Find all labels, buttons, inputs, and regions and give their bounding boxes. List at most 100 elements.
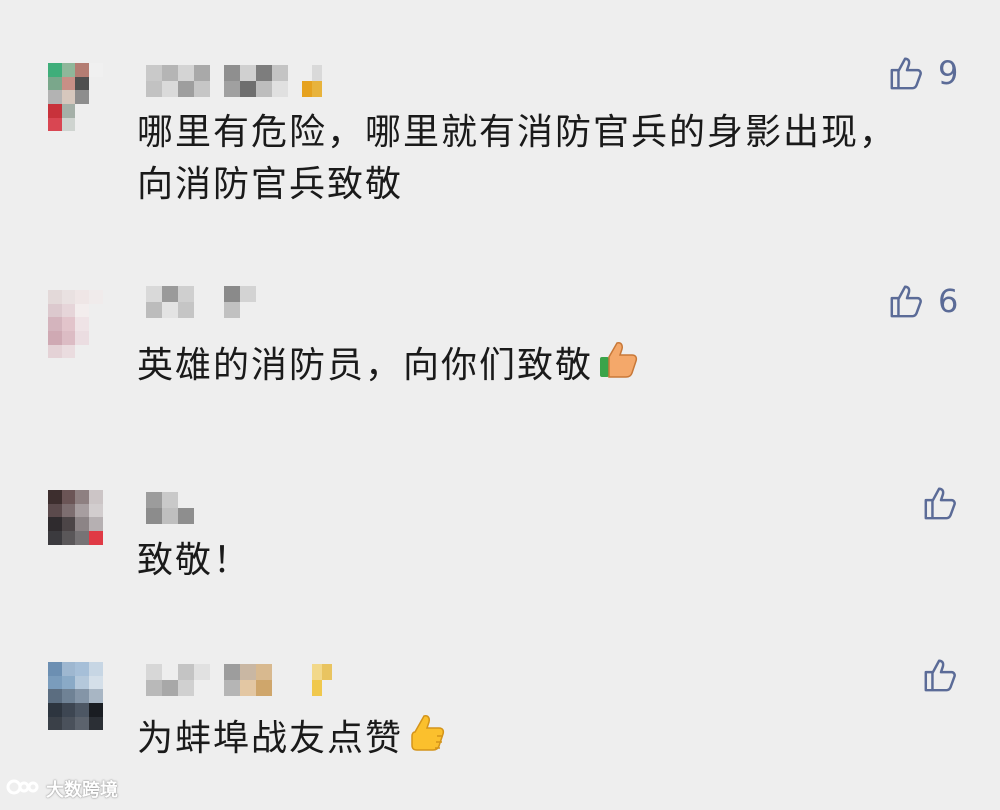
avatar[interactable] (48, 490, 130, 572)
nickname-pixel (272, 65, 288, 81)
avatar-pixel (116, 531, 130, 545)
comment-text: 致敬！ (137, 540, 252, 581)
avatar-pixel (48, 90, 62, 104)
avatar-pixel (89, 544, 103, 559)
avatar-pixel (102, 517, 117, 531)
nickname-pixel (256, 302, 272, 318)
nickname-pixel (162, 65, 178, 81)
avatar-pixel (116, 503, 130, 518)
avatar-pixel (89, 317, 103, 331)
avatar-pixel (75, 63, 89, 77)
nickname-pixel (302, 65, 312, 81)
avatar-pixel (61, 716, 76, 731)
comment-text: 哪里有危险，哪里就有消防官兵的身影出现， (137, 112, 898, 153)
nickname-pixel (194, 508, 210, 524)
nickname-pixel (224, 680, 240, 696)
avatar-pixel (75, 730, 89, 744)
nickname-pixel (194, 81, 210, 97)
nickname-pixel (224, 286, 240, 302)
nickname-pixel (256, 680, 272, 696)
like-count: 6 (938, 282, 959, 320)
avatar-pixel (89, 303, 103, 318)
nickname-pixel (194, 492, 210, 508)
avatar-pixel (102, 344, 117, 359)
avatar-pixel (61, 344, 76, 359)
avatar[interactable] (48, 662, 130, 744)
avatar-pixel (61, 131, 76, 145)
avatar[interactable] (48, 290, 130, 372)
avatar-pixel (102, 303, 117, 318)
avatar-pixel (89, 689, 103, 703)
avatar-pixel (48, 675, 62, 690)
nickname-pixel (312, 664, 322, 680)
like-button[interactable] (922, 484, 960, 522)
avatar-pixel (89, 131, 103, 145)
thumbs-up-emoji-icon (407, 710, 453, 756)
thumbs-up-outline-icon (922, 484, 960, 522)
comment-text-body: 为蚌埠战友点赞 (137, 718, 404, 759)
avatar-pixel (48, 104, 62, 118)
logo-icon (6, 775, 40, 804)
avatar-pixel (89, 90, 103, 104)
avatar-pixel (61, 703, 76, 717)
avatar-pixel (102, 675, 117, 690)
nickname-pixel (224, 65, 240, 81)
comment-text: 英雄的消防员，向你们致敬 (137, 337, 643, 389)
avatar-pixel (89, 675, 103, 690)
nickname[interactable] (146, 65, 342, 97)
like-button[interactable] (922, 656, 960, 694)
avatar-pixel (75, 675, 89, 690)
avatar-pixel (102, 716, 117, 731)
avatar-pixel (89, 716, 103, 731)
nickname-pixel (332, 664, 342, 680)
comment-text: 为蚌埠战友点赞 (137, 710, 453, 762)
avatar-pixel (48, 331, 62, 345)
thumbs-up-outline-icon (888, 54, 926, 92)
nickname[interactable] (146, 664, 342, 696)
avatar-pixel (75, 716, 89, 731)
avatar-pixel (48, 358, 62, 372)
avatar-pixel (75, 503, 89, 518)
avatar-pixel (75, 517, 89, 531)
nickname[interactable] (146, 286, 288, 318)
avatar-pixel (89, 503, 103, 518)
avatar-pixel (116, 290, 130, 304)
nickname-pixel (302, 664, 312, 680)
avatar-pixel (89, 531, 103, 545)
nickname-pixel (178, 492, 194, 508)
nickname-pixel (302, 81, 312, 97)
nickname[interactable] (146, 492, 210, 524)
avatar-pixel (102, 104, 117, 118)
avatar-pixel (102, 531, 117, 545)
avatar-pixel (48, 730, 62, 744)
avatar-pixel (89, 558, 103, 572)
avatar-pixel (102, 290, 117, 304)
nickname-pixel (240, 286, 256, 302)
avatar[interactable] (48, 63, 130, 145)
avatar-pixel (61, 558, 76, 572)
avatar-pixel (75, 317, 89, 331)
avatar-pixel (75, 544, 89, 559)
nickname-pixel (178, 286, 194, 302)
like-button[interactable]: 9 (888, 54, 958, 92)
avatar-pixel (61, 730, 76, 744)
avatar-pixel (48, 689, 62, 703)
avatar-pixel (61, 117, 76, 132)
avatar-pixel (116, 344, 130, 359)
nickname-pixel (240, 81, 256, 97)
avatar-pixel (61, 104, 76, 118)
nickname-pixel (332, 81, 342, 97)
like-button[interactable]: 6 (888, 282, 958, 320)
avatar-pixel (61, 63, 76, 77)
nickname-pixel (302, 680, 312, 696)
avatar-pixel (102, 90, 117, 104)
avatar-pixel (75, 76, 89, 91)
avatar-pixel (75, 344, 89, 359)
nickname-pixel (178, 81, 194, 97)
nickname-pixel (146, 680, 162, 696)
nickname-pixel (178, 508, 194, 524)
comment-item: 致敬！ (0, 470, 1000, 640)
avatar-pixel (116, 117, 130, 132)
avatar-pixel (75, 290, 89, 304)
thumbs-up-emoji-icon (597, 337, 643, 383)
